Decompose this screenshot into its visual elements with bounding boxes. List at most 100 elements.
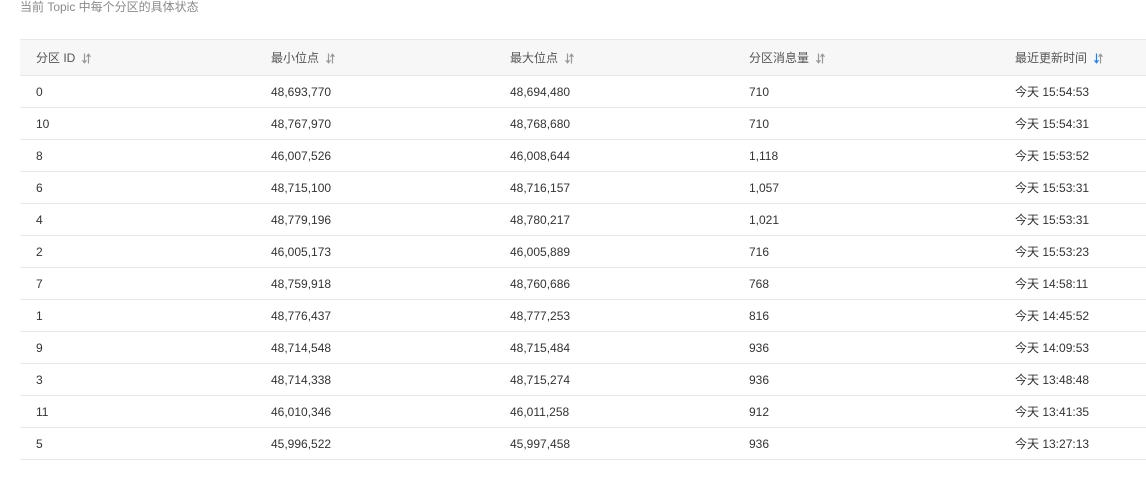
sort-down-arrow xyxy=(326,53,331,64)
cell-min-offset: 48,776,437 xyxy=(271,299,510,332)
cell-last-updated: 今天 15:53:23 xyxy=(1015,235,1146,268)
sort-arrows-icon[interactable] xyxy=(565,53,574,64)
cell-max-offset: 48,694,480 xyxy=(510,75,749,108)
cell-message-count: 710 xyxy=(749,75,1015,108)
cell-min-offset: 46,010,346 xyxy=(271,395,510,428)
cell-last-updated: 今天 15:53:31 xyxy=(1015,171,1146,204)
cell-max-offset: 45,997,458 xyxy=(510,427,749,460)
table-row: 7 48,759,918 48,760,686 768 今天 14:58:11 xyxy=(20,267,1146,300)
cell-message-count: 936 xyxy=(749,427,1015,460)
sort-up-arrow xyxy=(569,53,574,64)
cell-last-updated: 今天 14:45:52 xyxy=(1015,299,1146,332)
partition-table: 分区 ID 最小位点 最大位点 分区消息量 最近更新时间 0 48,693,770… xyxy=(20,39,1146,460)
cell-last-updated: 今天 15:54:31 xyxy=(1015,107,1146,140)
table-body: 0 48,693,770 48,694,480 710 今天 15:54:53 10 48… xyxy=(20,75,1146,460)
table-row: 9 48,714,548 48,715,484 936 今天 14:09:53 xyxy=(20,331,1146,364)
cell-partition-id: 3 xyxy=(20,363,271,396)
sort-arrows-icon[interactable] xyxy=(1094,53,1103,64)
cell-message-count: 936 xyxy=(749,331,1015,364)
column-header-label: 最近更新时间 xyxy=(1015,51,1088,65)
sort-up-arrow xyxy=(820,53,825,64)
cell-max-offset: 46,011,258 xyxy=(510,395,749,428)
sort-down-arrow xyxy=(1094,53,1099,64)
cell-partition-id: 8 xyxy=(20,139,271,172)
cell-min-offset: 45,996,522 xyxy=(271,427,510,460)
cell-min-offset: 48,714,338 xyxy=(271,363,510,396)
table-row: 4 48,779,196 48,780,217 1,021 今天 15:53:31 xyxy=(20,203,1146,236)
sort-arrows-icon[interactable] xyxy=(82,53,92,64)
cell-min-offset: 48,759,918 xyxy=(271,267,510,300)
column-header-partition-id[interactable]: 分区 ID xyxy=(20,39,271,76)
cell-last-updated: 今天 14:58:11 xyxy=(1015,267,1146,300)
column-header-max-offset[interactable]: 最大位点 xyxy=(510,39,749,76)
cell-last-updated: 今天 13:41:35 xyxy=(1015,395,1146,428)
cell-message-count: 710 xyxy=(749,107,1015,140)
table-row: 11 46,010,346 46,011,258 912 今天 13:41:35 xyxy=(20,395,1146,428)
sort-down-arrow xyxy=(565,53,570,64)
cell-message-count: 716 xyxy=(749,235,1015,268)
cell-partition-id: 4 xyxy=(20,203,271,236)
cell-partition-id: 0 xyxy=(20,75,271,108)
column-header-label: 最小位点 xyxy=(271,51,320,65)
cell-min-offset: 48,767,970 xyxy=(271,107,510,140)
column-header-label: 最大位点 xyxy=(510,51,559,65)
cell-message-count: 912 xyxy=(749,395,1015,428)
cell-min-offset: 46,007,526 xyxy=(271,139,510,172)
cell-partition-id: 10 xyxy=(20,107,271,140)
column-header-last-updated[interactable]: 最近更新时间 xyxy=(1015,39,1146,76)
table-row: 5 45,996,522 45,997,458 936 今天 13:27:13 xyxy=(20,427,1146,460)
cell-message-count: 936 xyxy=(749,363,1015,396)
cell-partition-id: 9 xyxy=(20,331,271,364)
cell-min-offset: 46,005,173 xyxy=(271,235,510,268)
table-row: 10 48,767,970 48,768,680 710 今天 15:54:31 xyxy=(20,107,1146,140)
cell-max-offset: 46,005,889 xyxy=(510,235,749,268)
cell-last-updated: 今天 15:54:53 xyxy=(1015,75,1146,108)
table-row: 3 48,714,338 48,715,274 936 今天 13:48:48 xyxy=(20,363,1146,396)
column-header-label: 分区 ID xyxy=(36,51,76,65)
column-header-label: 分区消息量 xyxy=(749,51,810,65)
cell-last-updated: 今天 13:48:48 xyxy=(1015,363,1146,396)
cell-partition-id: 7 xyxy=(20,267,271,300)
cell-max-offset: 48,777,253 xyxy=(510,299,749,332)
cell-max-offset: 48,780,217 xyxy=(510,203,749,236)
cell-message-count: 768 xyxy=(749,267,1015,300)
cell-max-offset: 48,716,157 xyxy=(510,171,749,204)
cell-max-offset: 48,760,686 xyxy=(510,267,749,300)
cell-last-updated: 今天 15:53:52 xyxy=(1015,139,1146,172)
sort-up-arrow xyxy=(86,53,92,64)
cell-min-offset: 48,779,196 xyxy=(271,203,510,236)
column-header-min-offset[interactable]: 最小位点 xyxy=(271,39,510,76)
cell-message-count: 1,057 xyxy=(749,171,1015,204)
cell-last-updated: 今天 13:27:13 xyxy=(1015,427,1146,460)
cell-max-offset: 48,768,680 xyxy=(510,107,749,140)
cell-partition-id: 2 xyxy=(20,235,271,268)
sort-up-arrow xyxy=(1098,53,1103,64)
cell-min-offset: 48,693,770 xyxy=(271,75,510,108)
table-header-row: 分区 ID 最小位点 最大位点 分区消息量 最近更新时间 xyxy=(20,39,1146,76)
cell-message-count: 1,118 xyxy=(749,139,1015,172)
table-row: 1 48,776,437 48,777,253 816 今天 14:45:52 xyxy=(20,299,1146,332)
partition-table-container: 分区 ID 最小位点 最大位点 分区消息量 最近更新时间 0 48,693,770… xyxy=(20,39,1146,460)
sort-down-arrow xyxy=(816,53,821,64)
table-row: 6 48,715,100 48,716,157 1,057 今天 15:53:31 xyxy=(20,171,1146,204)
cell-max-offset: 48,715,484 xyxy=(510,331,749,364)
column-header-message-count[interactable]: 分区消息量 xyxy=(749,39,1015,76)
sort-down-arrow xyxy=(82,53,88,64)
sort-up-arrow xyxy=(330,53,335,64)
cell-last-updated: 今天 14:09:53 xyxy=(1015,331,1146,364)
table-row: 2 46,005,173 46,005,889 716 今天 15:53:23 xyxy=(20,235,1146,268)
cell-message-count: 1,021 xyxy=(749,203,1015,236)
cell-partition-id: 5 xyxy=(20,427,271,460)
cell-max-offset: 48,715,274 xyxy=(510,363,749,396)
cell-partition-id: 11 xyxy=(20,395,271,428)
table-row: 8 46,007,526 46,008,644 1,118 今天 15:53:52 xyxy=(20,139,1146,172)
cell-partition-id: 1 xyxy=(20,299,271,332)
table-row: 0 48,693,770 48,694,480 710 今天 15:54:53 xyxy=(20,75,1146,108)
section-caption: 当前 Topic 中每个分区的具体状态 xyxy=(20,0,199,14)
cell-min-offset: 48,714,548 xyxy=(271,331,510,364)
sort-arrows-icon[interactable] xyxy=(816,53,825,64)
cell-partition-id: 6 xyxy=(20,171,271,204)
sort-arrows-icon[interactable] xyxy=(326,53,335,64)
cell-max-offset: 46,008,644 xyxy=(510,139,749,172)
cell-last-updated: 今天 15:53:31 xyxy=(1015,203,1146,236)
